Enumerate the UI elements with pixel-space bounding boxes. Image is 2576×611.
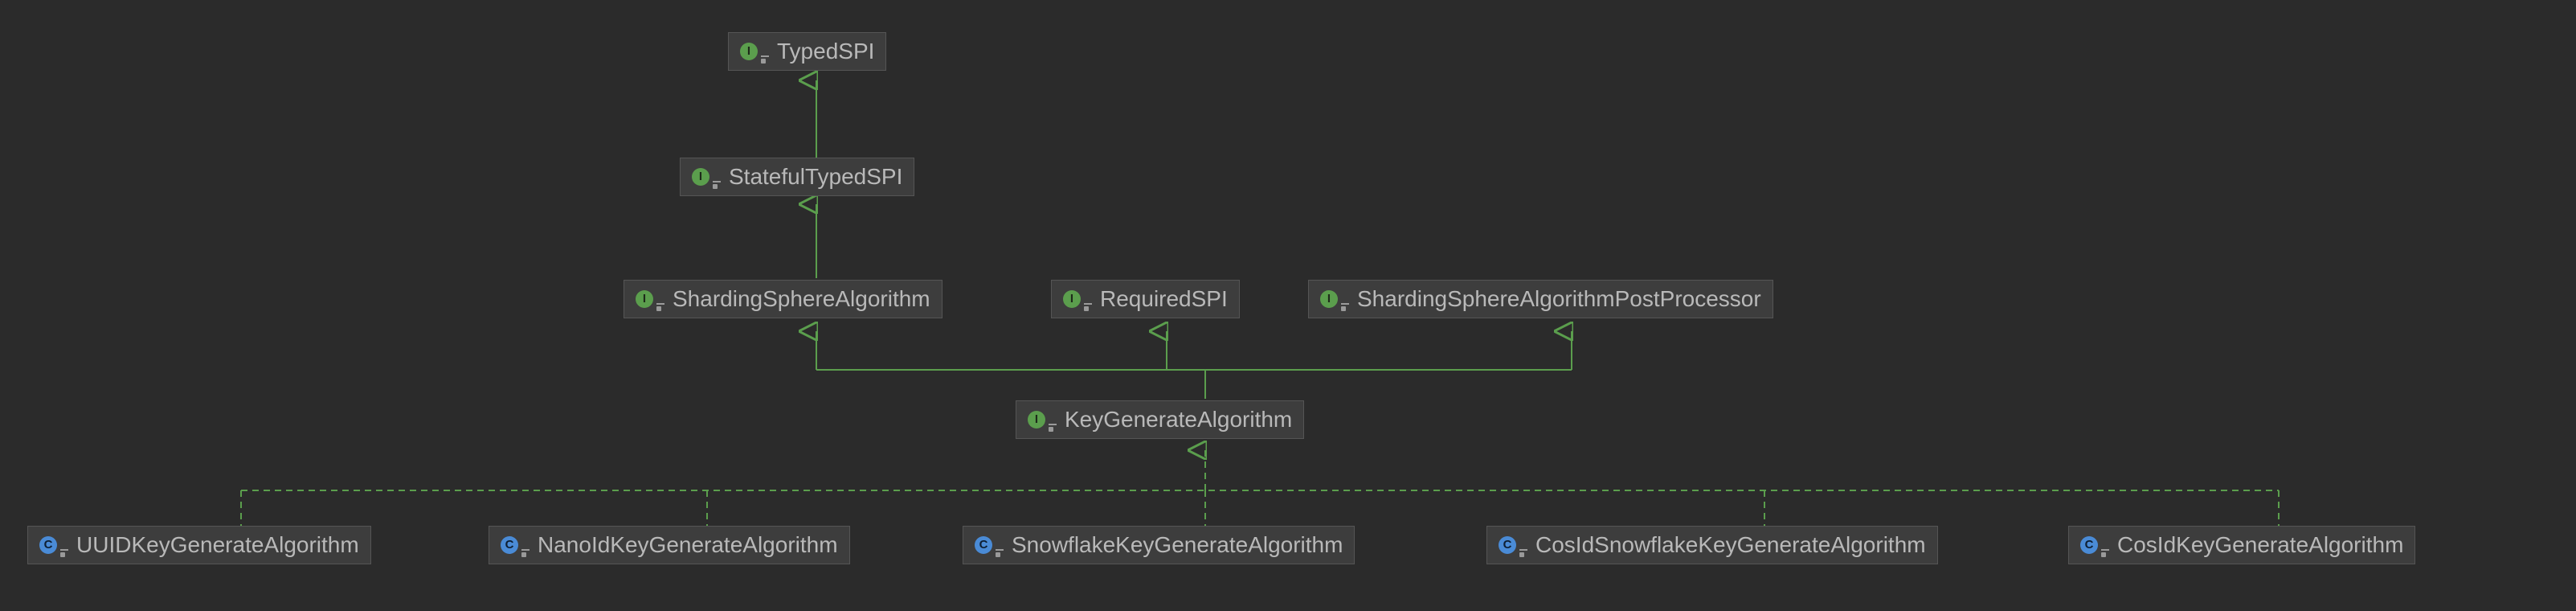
node-cosidkeygen[interactable]: CosIdKeyGenerateAlgorithm bbox=[2068, 526, 2415, 564]
node-label: TypedSPI bbox=[777, 38, 874, 65]
interface-icon bbox=[1063, 290, 1081, 308]
type-decorator-icon bbox=[520, 547, 531, 559]
class-hierarchy-diagram: TypedSPI StatefulTypedSPI ShardingSphere… bbox=[0, 0, 2576, 611]
node-label: UUIDKeyGenerateAlgorithm bbox=[76, 531, 359, 559]
type-decorator-icon bbox=[1518, 547, 1529, 559]
type-decorator-icon bbox=[759, 54, 771, 65]
node-typedspi[interactable]: TypedSPI bbox=[728, 32, 886, 71]
interface-icon bbox=[636, 290, 653, 308]
interface-icon bbox=[1028, 411, 1045, 429]
class-icon bbox=[39, 536, 57, 554]
node-label: ShardingSphereAlgorithm bbox=[673, 285, 930, 313]
class-icon bbox=[1499, 536, 1516, 554]
node-postprocessor[interactable]: ShardingSphereAlgorithmPostProcessor bbox=[1308, 280, 1773, 318]
node-label: KeyGenerateAlgorithm bbox=[1065, 406, 1292, 433]
node-label: SnowflakeKeyGenerateAlgorithm bbox=[1012, 531, 1343, 559]
edges-layer bbox=[0, 0, 2576, 611]
node-label: RequiredSPI bbox=[1100, 285, 1228, 313]
type-decorator-icon bbox=[711, 179, 722, 191]
class-icon bbox=[975, 536, 992, 554]
node-label: NanoIdKeyGenerateAlgorithm bbox=[538, 531, 838, 559]
type-decorator-icon bbox=[59, 547, 70, 559]
interface-icon bbox=[692, 168, 709, 186]
node-requiredspi[interactable]: RequiredSPI bbox=[1051, 280, 1240, 318]
type-decorator-icon bbox=[1082, 301, 1094, 313]
interface-icon bbox=[740, 43, 758, 60]
node-label: CosIdKeyGenerateAlgorithm bbox=[2117, 531, 2403, 559]
node-label: StatefulTypedSPI bbox=[729, 163, 902, 191]
node-shardingspherealgorithm[interactable]: ShardingSphereAlgorithm bbox=[624, 280, 942, 318]
node-label: CosIdSnowflakeKeyGenerateAlgorithm bbox=[1535, 531, 1926, 559]
type-decorator-icon bbox=[655, 301, 666, 313]
node-keygeneratealgorithm[interactable]: KeyGenerateAlgorithm bbox=[1016, 400, 1304, 439]
node-statefultypedspi[interactable]: StatefulTypedSPI bbox=[680, 158, 914, 196]
node-cosidsnowflakekeygen[interactable]: CosIdSnowflakeKeyGenerateAlgorithm bbox=[1486, 526, 1938, 564]
type-decorator-icon bbox=[2100, 547, 2111, 559]
type-decorator-icon bbox=[1047, 422, 1058, 433]
node-uuidkeygen[interactable]: UUIDKeyGenerateAlgorithm bbox=[27, 526, 371, 564]
class-icon bbox=[2080, 536, 2098, 554]
type-decorator-icon bbox=[994, 547, 1005, 559]
node-snowflakekeygen[interactable]: SnowflakeKeyGenerateAlgorithm bbox=[963, 526, 1355, 564]
class-icon bbox=[501, 536, 518, 554]
node-label: ShardingSphereAlgorithmPostProcessor bbox=[1357, 285, 1761, 313]
interface-icon bbox=[1320, 290, 1338, 308]
node-nanoidkeygen[interactable]: NanoIdKeyGenerateAlgorithm bbox=[489, 526, 850, 564]
type-decorator-icon bbox=[1339, 301, 1351, 313]
